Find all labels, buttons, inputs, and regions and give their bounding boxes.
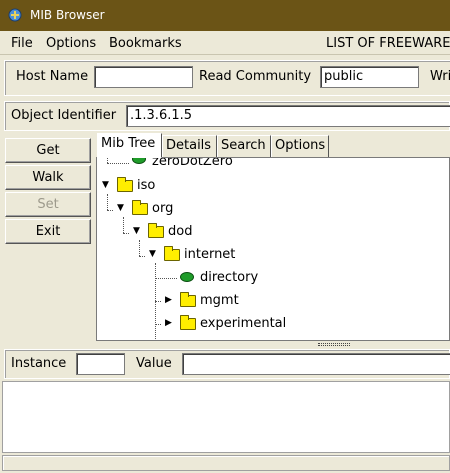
menu-options[interactable]: Options xyxy=(46,36,96,51)
read-community-input[interactable]: public xyxy=(320,66,419,88)
tab-mib-tree[interactable]: Mib Tree xyxy=(97,133,162,158)
oid-label: Object Identifier xyxy=(11,108,117,123)
status-bar xyxy=(2,455,450,471)
folder-icon xyxy=(148,223,164,238)
tree-connector xyxy=(139,256,145,257)
walk-button[interactable]: Walk xyxy=(5,165,91,190)
leaf-node-icon xyxy=(132,158,146,164)
get-button[interactable]: Get xyxy=(5,138,91,163)
menu-bar: File Options Bookmarks LIST OF FREEWARE xyxy=(0,31,450,55)
tree-node-mgmt[interactable]: mgmt xyxy=(200,293,239,308)
tree-connector xyxy=(139,240,140,256)
folder-icon xyxy=(117,177,133,192)
host-name-label: Host Name xyxy=(16,69,89,84)
tree-node-zerodotzero[interactable]: zeroDotZero xyxy=(152,158,233,169)
folder-icon xyxy=(132,200,148,215)
folder-icon xyxy=(180,315,196,330)
instance-panel: Instance Value xyxy=(4,349,450,379)
write-community-label: Writ xyxy=(430,69,450,84)
tree-node-experimental[interactable]: experimental xyxy=(200,316,286,331)
tree-connector xyxy=(107,210,113,211)
snmp-app-icon xyxy=(8,8,22,22)
freeware-list-menu[interactable]: LIST OF FREEWARE xyxy=(326,36,450,51)
results-output[interactable] xyxy=(2,381,450,453)
tree-connector xyxy=(155,301,161,302)
tree-connector xyxy=(123,217,124,233)
menu-bookmarks[interactable]: Bookmarks xyxy=(109,36,182,51)
expand-toggle-icon[interactable]: ▼ xyxy=(149,249,156,259)
splitter-grip-icon[interactable] xyxy=(318,343,350,346)
exit-button[interactable]: Exit xyxy=(5,219,91,244)
folder-icon xyxy=(164,246,180,261)
title-bar: MIB Browser xyxy=(0,0,450,31)
tree-connector xyxy=(155,263,156,340)
menu-file[interactable]: File xyxy=(11,36,33,51)
tree-connector xyxy=(107,194,108,210)
oid-input[interactable]: .1.3.6.1.5 xyxy=(126,105,450,127)
collapse-toggle-icon[interactable]: ▶ xyxy=(165,318,172,328)
instance-label: Instance xyxy=(11,356,67,371)
tree-connector xyxy=(123,233,129,234)
tree-node-org[interactable]: org xyxy=(152,201,173,216)
connection-panel: Host Name Read Community public Writ xyxy=(4,60,450,96)
splitter[interactable] xyxy=(96,341,450,347)
tree-connector xyxy=(155,278,177,279)
set-button: Set xyxy=(5,192,91,217)
read-community-label: Read Community xyxy=(199,69,312,84)
tree-node-directory[interactable]: directory xyxy=(200,270,258,285)
mib-tree[interactable]: zeroDotZero ▼ iso ▼ org ▼ dod ▼ internet… xyxy=(96,157,450,341)
tree-node-internet[interactable]: internet xyxy=(184,247,235,262)
value-label: Value xyxy=(136,356,172,371)
tree-connector xyxy=(107,163,129,164)
oid-panel: Object Identifier .1.3.6.1.5 xyxy=(4,101,450,131)
folder-icon xyxy=(180,292,196,307)
tree-connector xyxy=(155,324,161,325)
expand-toggle-icon[interactable]: ▼ xyxy=(133,226,140,236)
host-name-input[interactable] xyxy=(94,66,193,88)
expand-toggle-icon[interactable]: ▼ xyxy=(117,203,124,213)
tab-details[interactable]: Details xyxy=(162,135,217,157)
value-input[interactable] xyxy=(182,353,450,375)
collapse-toggle-icon[interactable]: ▶ xyxy=(165,295,172,305)
tab-search[interactable]: Search xyxy=(217,135,271,157)
tree-node-iso[interactable]: iso xyxy=(137,178,155,193)
window-title: MIB Browser xyxy=(30,8,105,22)
expand-toggle-icon[interactable]: ▼ xyxy=(102,180,109,190)
leaf-node-icon xyxy=(180,272,194,282)
tab-options[interactable]: Options xyxy=(271,135,329,157)
instance-input[interactable] xyxy=(76,353,125,375)
tree-node-dod[interactable]: dod xyxy=(168,224,192,239)
